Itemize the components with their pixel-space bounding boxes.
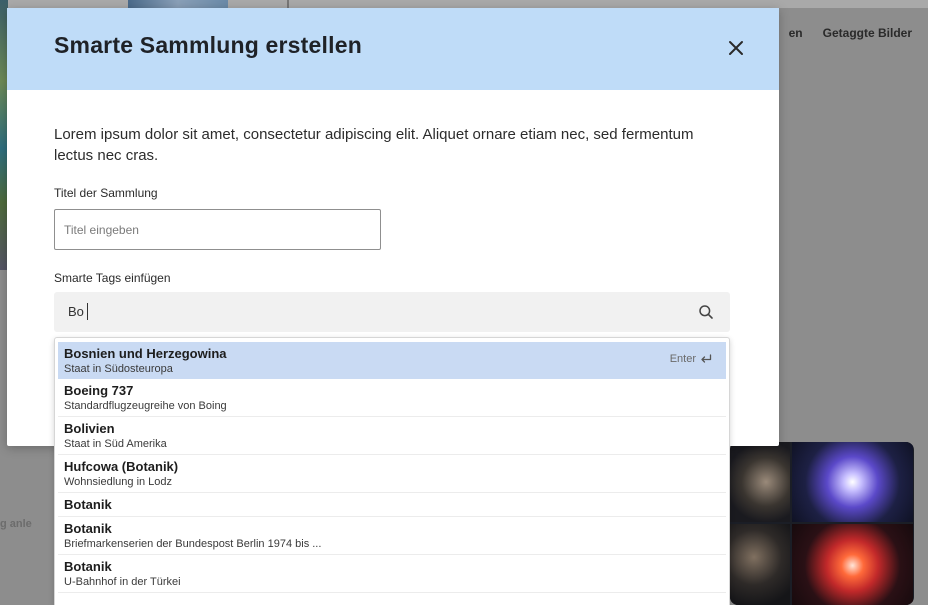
background-nav-item: en bbox=[788, 26, 803, 40]
gallery-image bbox=[730, 442, 790, 522]
collection-title-label: Titel der Sammlung bbox=[54, 186, 158, 200]
suggestion-item[interactable]: Botanik bbox=[58, 493, 726, 517]
enter-hint-label: Enter bbox=[669, 353, 696, 365]
suggestion-item[interactable]: Boeing 737 Standardflugzeugreihe von Boi… bbox=[58, 379, 726, 417]
modal-title: Smarte Sammlung erstellen bbox=[54, 32, 362, 58]
smart-tags-input[interactable]: Bo bbox=[68, 303, 88, 320]
suggestion-item[interactable]: Hufcowa (Botanik) Wohnsiedlung in Lodz bbox=[58, 455, 726, 493]
suggestion-title: Botanik bbox=[64, 521, 112, 536]
suggestion-title: Hufcowa (Botanik) bbox=[64, 459, 179, 474]
suggestion-title: Botanik bbox=[64, 559, 112, 574]
enter-key-icon bbox=[701, 354, 712, 363]
close-button[interactable] bbox=[724, 36, 748, 60]
background-divider bbox=[287, 0, 289, 8]
gallery-image bbox=[792, 524, 913, 605]
suggestion-title: Bosnien und Herzegowina bbox=[64, 346, 227, 361]
suggestion-item[interactable]: Bolivien Staat in Süd Amerika bbox=[58, 417, 726, 455]
smart-tags-search-field[interactable]: Bo bbox=[54, 292, 730, 332]
modal-header: Smarte Sammlung erstellen bbox=[7, 8, 779, 90]
suggestion-subtitle: Staat in Süd Amerika bbox=[64, 438, 167, 450]
suggestion-subtitle: Briefmarkenserien der Bundespost Berlin … bbox=[64, 538, 322, 550]
suggestion-subtitle: Wohnsiedlung in Lodz bbox=[64, 476, 173, 488]
suggestion-subtitle: Standardflugzeugreihe von Boing bbox=[64, 400, 227, 412]
collection-title-input[interactable] bbox=[54, 209, 381, 250]
close-icon bbox=[729, 41, 743, 55]
suggestion-title: Boeing 737 bbox=[64, 383, 134, 398]
suggestion-title: Botanik bbox=[64, 497, 112, 512]
enter-hint: Enter bbox=[670, 353, 712, 365]
smart-tags-input-value: Bo bbox=[68, 304, 84, 319]
suggestion-title: Bolivien bbox=[64, 421, 115, 436]
suggestion-subtitle: Staat in Südosteuropa bbox=[64, 363, 173, 375]
suggestion-item[interactable]: Botanik Briefmarkenserien der Bundespost… bbox=[58, 517, 726, 555]
background-gallery bbox=[730, 442, 914, 605]
suggestion-subtitle: U-Bahnhof in der Türkei bbox=[64, 576, 181, 588]
suggestions-dropdown: Bosnien und Herzegowina Staat in Südoste… bbox=[54, 337, 730, 605]
background-nav: en Getaggte Bilder bbox=[789, 26, 912, 40]
background-top-image bbox=[128, 0, 228, 8]
background-side-text: g anle bbox=[0, 518, 32, 530]
smart-tags-label: Smarte Tags einfügen bbox=[54, 271, 171, 285]
modal-description: Lorem ipsum dolor sit amet, consectetur … bbox=[54, 126, 694, 164]
suggestion-item[interactable]: Bosnien und Herzegowina Staat in Südoste… bbox=[58, 342, 726, 379]
text-caret bbox=[86, 303, 88, 320]
background-nav-item-tagged-images: Getaggte Bilder bbox=[822, 26, 912, 40]
search-icon[interactable] bbox=[698, 304, 714, 320]
suggestion-item[interactable]: Botanik U-Bahnhof in der Türkei bbox=[58, 555, 726, 593]
gallery-image bbox=[792, 442, 913, 522]
gallery-image bbox=[730, 524, 790, 605]
